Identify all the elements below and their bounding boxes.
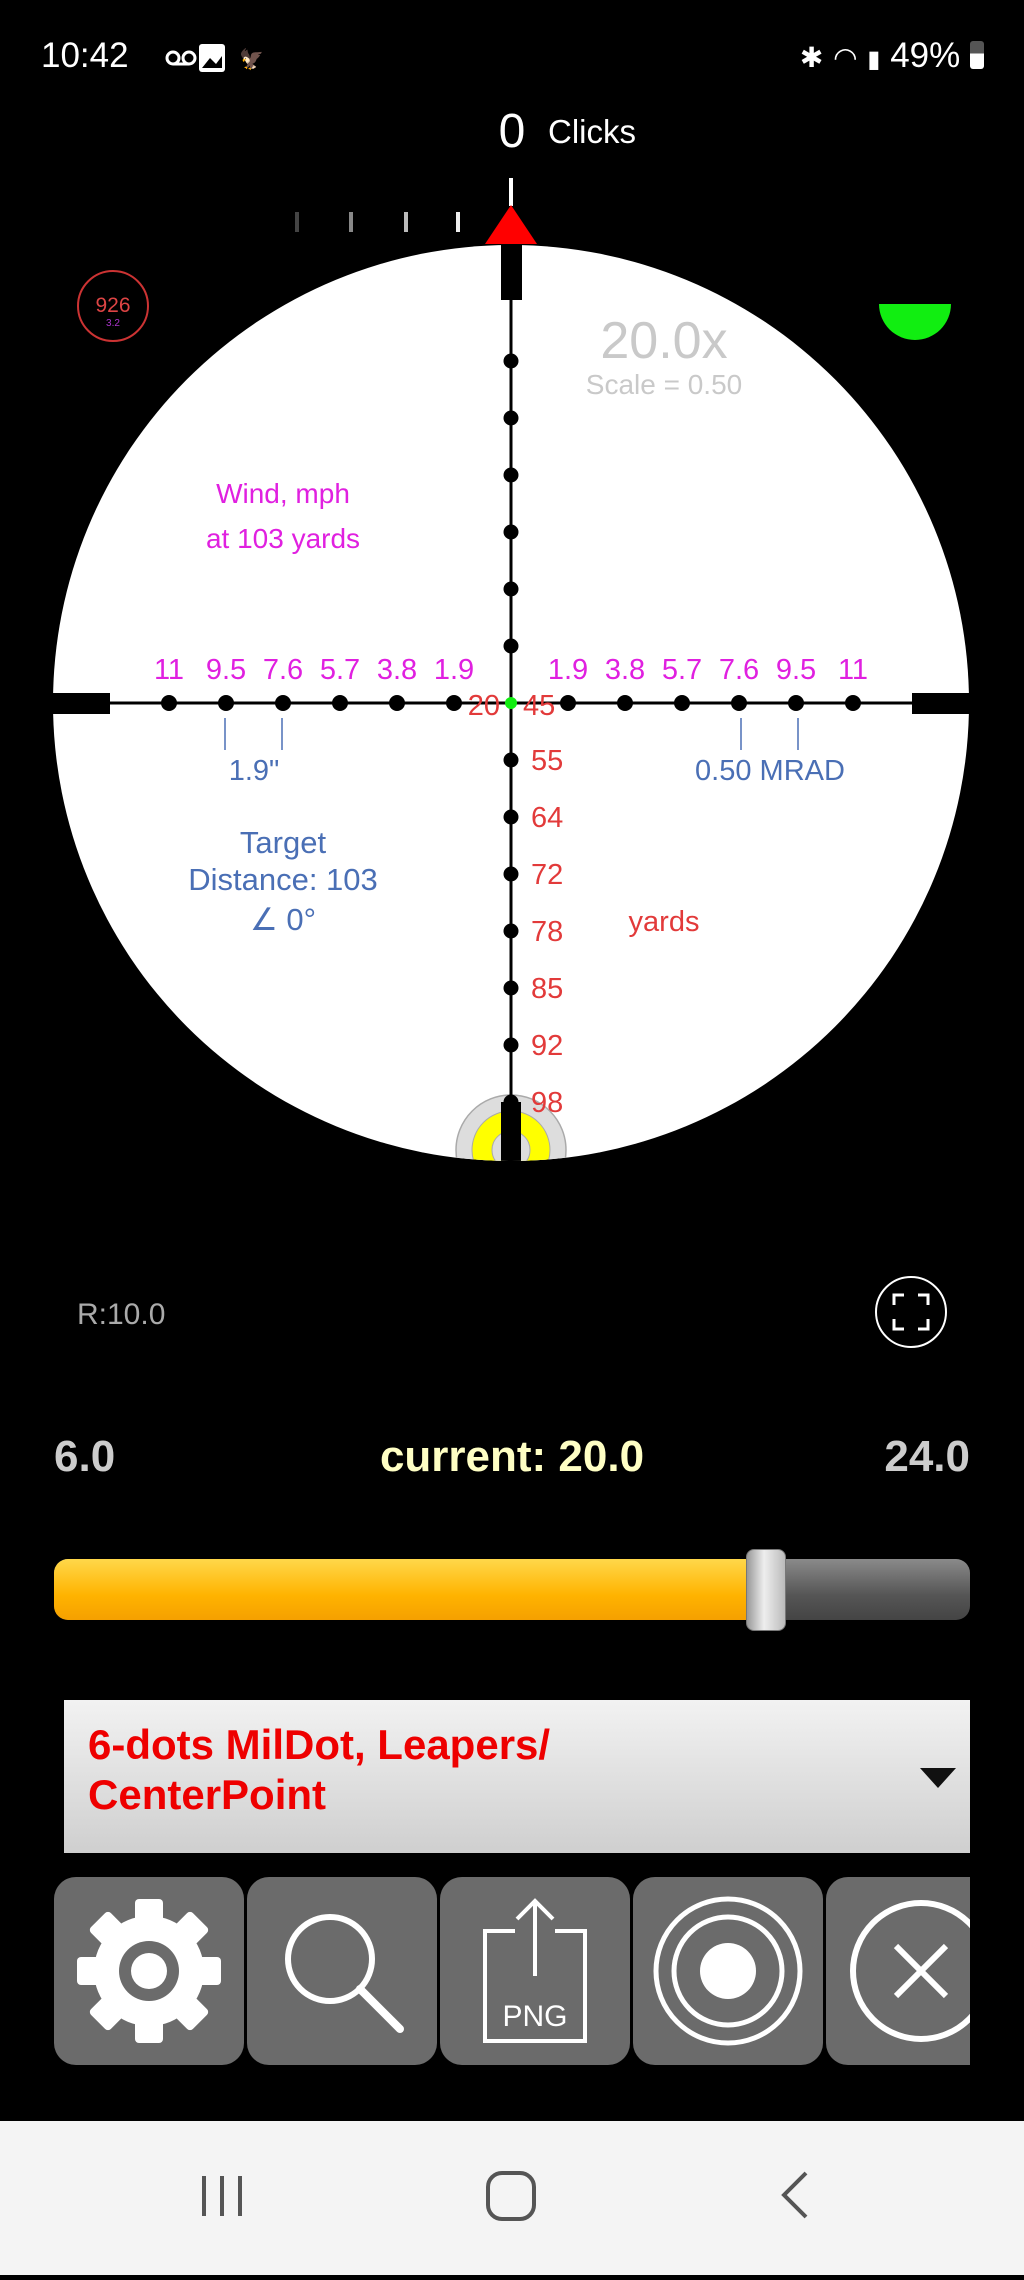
png-label: PNG xyxy=(502,2000,567,2033)
toolbar: PNG xyxy=(0,0,970,2275)
navigation-bar xyxy=(0,2121,1024,2275)
export-png-icon: PNG xyxy=(483,1898,587,2043)
target-icon xyxy=(653,1896,803,2046)
zoom-view-button[interactable] xyxy=(247,1877,437,2065)
home-button[interactable] xyxy=(486,2171,536,2221)
settings-button[interactable] xyxy=(54,1877,244,2065)
close-icon xyxy=(850,1900,970,2042)
settings-gear-icon xyxy=(77,1899,221,2043)
close-button[interactable] xyxy=(826,1877,970,2065)
target-button[interactable] xyxy=(633,1877,823,2065)
magnifier-icon xyxy=(285,1914,404,2033)
export-png-button[interactable]: PNG xyxy=(440,1877,630,2065)
recent-apps-button[interactable] xyxy=(202,2176,242,2216)
back-button[interactable] xyxy=(781,2171,808,2219)
